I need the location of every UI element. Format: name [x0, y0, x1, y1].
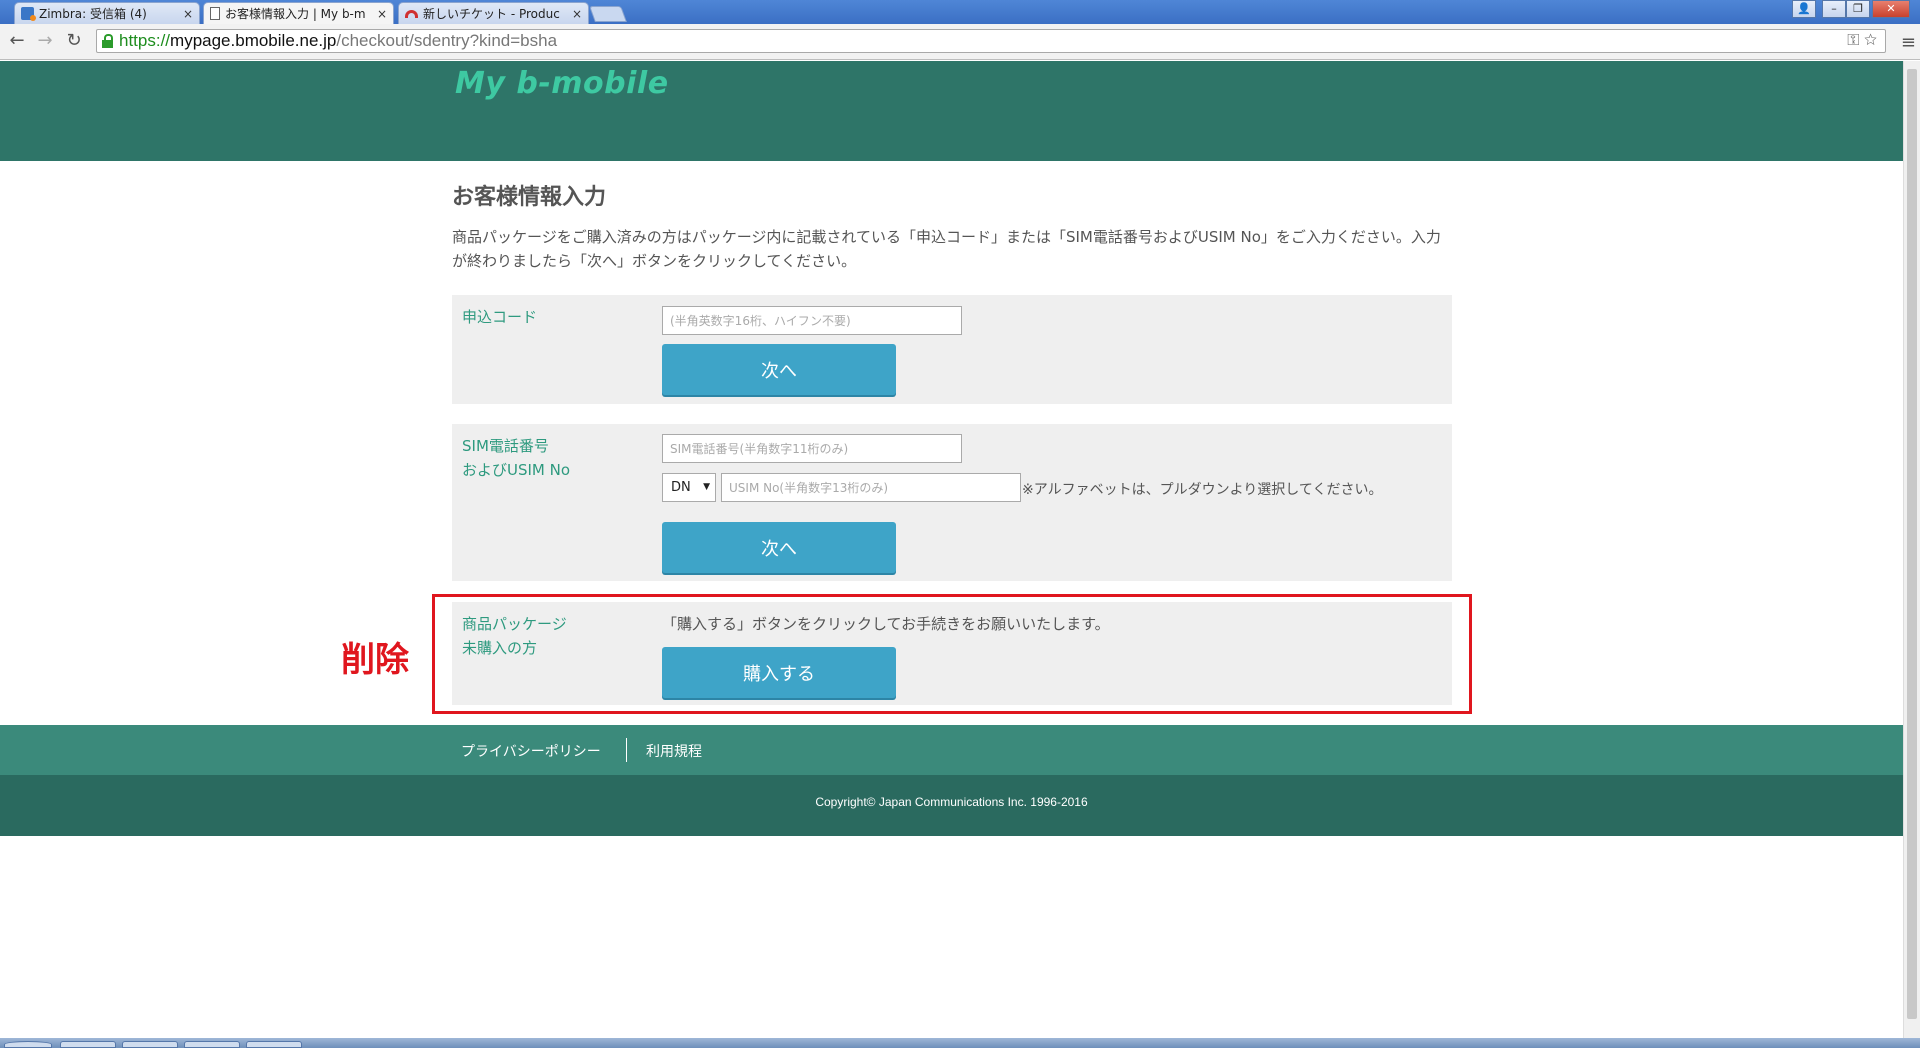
delete-annotation-frame	[432, 594, 1472, 714]
sim-label-line1: SIM電話番号	[462, 437, 549, 455]
footer-divider	[626, 738, 627, 762]
site-header: My b-mobile	[0, 61, 1903, 161]
close-icon[interactable]: ×	[572, 7, 582, 21]
browser-toolbar: ← → ↻ https://mypage.bmobile.ne.jp/check…	[0, 24, 1920, 60]
delete-annotation-label: 削除	[341, 640, 409, 680]
close-icon[interactable]: ×	[377, 7, 387, 21]
tab-label: 新しいチケット - Produc	[423, 7, 560, 21]
reload-icon[interactable]: ↻	[63, 30, 85, 51]
url-host: mypage.bmobile.ne.jp	[170, 31, 337, 50]
site-logo[interactable]: My b-mobile	[455, 66, 669, 101]
window-close-button[interactable]: ✕	[1872, 0, 1910, 18]
os-taskbar	[0, 1038, 1920, 1048]
apply-code-input[interactable]	[662, 306, 962, 335]
copyright-text: Copyright© Japan Communications Inc. 199…	[815, 795, 1088, 809]
usim-prefix-select[interactable]: DN ▼	[662, 473, 716, 502]
sim-phone-input[interactable]	[662, 434, 962, 463]
taskbar-button[interactable]	[122, 1041, 178, 1048]
intro-text: 商品パッケージをご購入済みの方はパッケージ内に記載されている「申込コード」または…	[452, 228, 1441, 270]
user-icon[interactable]: 👤	[1792, 0, 1816, 18]
star-icon[interactable]: ☆	[1864, 32, 1877, 49]
start-button[interactable]	[4, 1041, 52, 1048]
key-icon[interactable]: ⚿	[1847, 32, 1859, 49]
tab-label: Zimbra: 受信箱 (4)	[39, 7, 147, 21]
vertical-scrollbar[interactable]	[1903, 61, 1920, 1038]
terms-link[interactable]: 利用規程	[646, 741, 702, 761]
address-bar[interactable]: https://mypage.bmobile.ne.jp/checkout/sd…	[96, 29, 1886, 53]
page-title: お客様情報入力	[452, 185, 607, 210]
browser-tab-bar: Zimbra: 受信箱 (4) × お客様情報入力 | My b-m × 新しい…	[0, 0, 1920, 24]
close-icon[interactable]: ×	[183, 7, 193, 21]
alphabet-note: ※アルファベットは、プルダウンより選択してください。	[1022, 482, 1383, 498]
tab-zimbra[interactable]: Zimbra: 受信箱 (4) ×	[14, 2, 200, 24]
sim-panel: SIM電話番号 およびUSIM No DN ▼ ※アルファベットは、プルダウンよ…	[452, 424, 1452, 581]
taskbar-button[interactable]	[184, 1041, 240, 1048]
url-path: /checkout/sdentry?kind=bsha	[336, 31, 558, 50]
document-icon	[210, 7, 220, 20]
sim-next-button[interactable]: 次へ	[662, 522, 896, 573]
apply-code-next-button[interactable]: 次へ	[662, 344, 896, 395]
privacy-policy-link[interactable]: プライバシーポリシー	[461, 741, 601, 761]
usim-number-input[interactable]	[721, 473, 1021, 502]
new-tab-button[interactable]	[589, 6, 627, 22]
taskbar-button[interactable]	[246, 1041, 302, 1048]
back-icon[interactable]: ←	[6, 30, 28, 51]
maximize-button[interactable]: ❐	[1846, 0, 1870, 18]
chevron-down-icon: ▼	[703, 482, 710, 492]
minimize-button[interactable]: –	[1822, 0, 1846, 18]
taskbar-button[interactable]	[60, 1041, 116, 1048]
zimbra-icon	[21, 7, 36, 21]
tab-new-ticket[interactable]: 新しいチケット - Produc ×	[398, 2, 589, 24]
arc-icon	[405, 9, 418, 18]
footer-nav: プライバシーポリシー 利用規程	[0, 725, 1903, 775]
select-value: DN	[671, 480, 691, 495]
scrollbar-thumb[interactable]	[1907, 69, 1917, 1019]
forward-icon[interactable]: →	[34, 30, 56, 51]
apply-code-panel: 申込コード 次へ	[452, 295, 1452, 404]
sim-label-line2: およびUSIM No	[462, 461, 571, 479]
tab-label: お客様情報入力 | My b-m	[225, 7, 366, 21]
apply-code-label: 申込コード	[462, 308, 538, 326]
footer-copyright-bar: Copyright© Japan Communications Inc. 199…	[0, 775, 1903, 836]
lock-icon	[102, 34, 113, 48]
tab-customer-info[interactable]: お客様情報入力 | My b-m ×	[203, 2, 394, 24]
url-scheme: https://	[119, 31, 171, 50]
menu-icon[interactable]: ≡	[1901, 32, 1916, 53]
